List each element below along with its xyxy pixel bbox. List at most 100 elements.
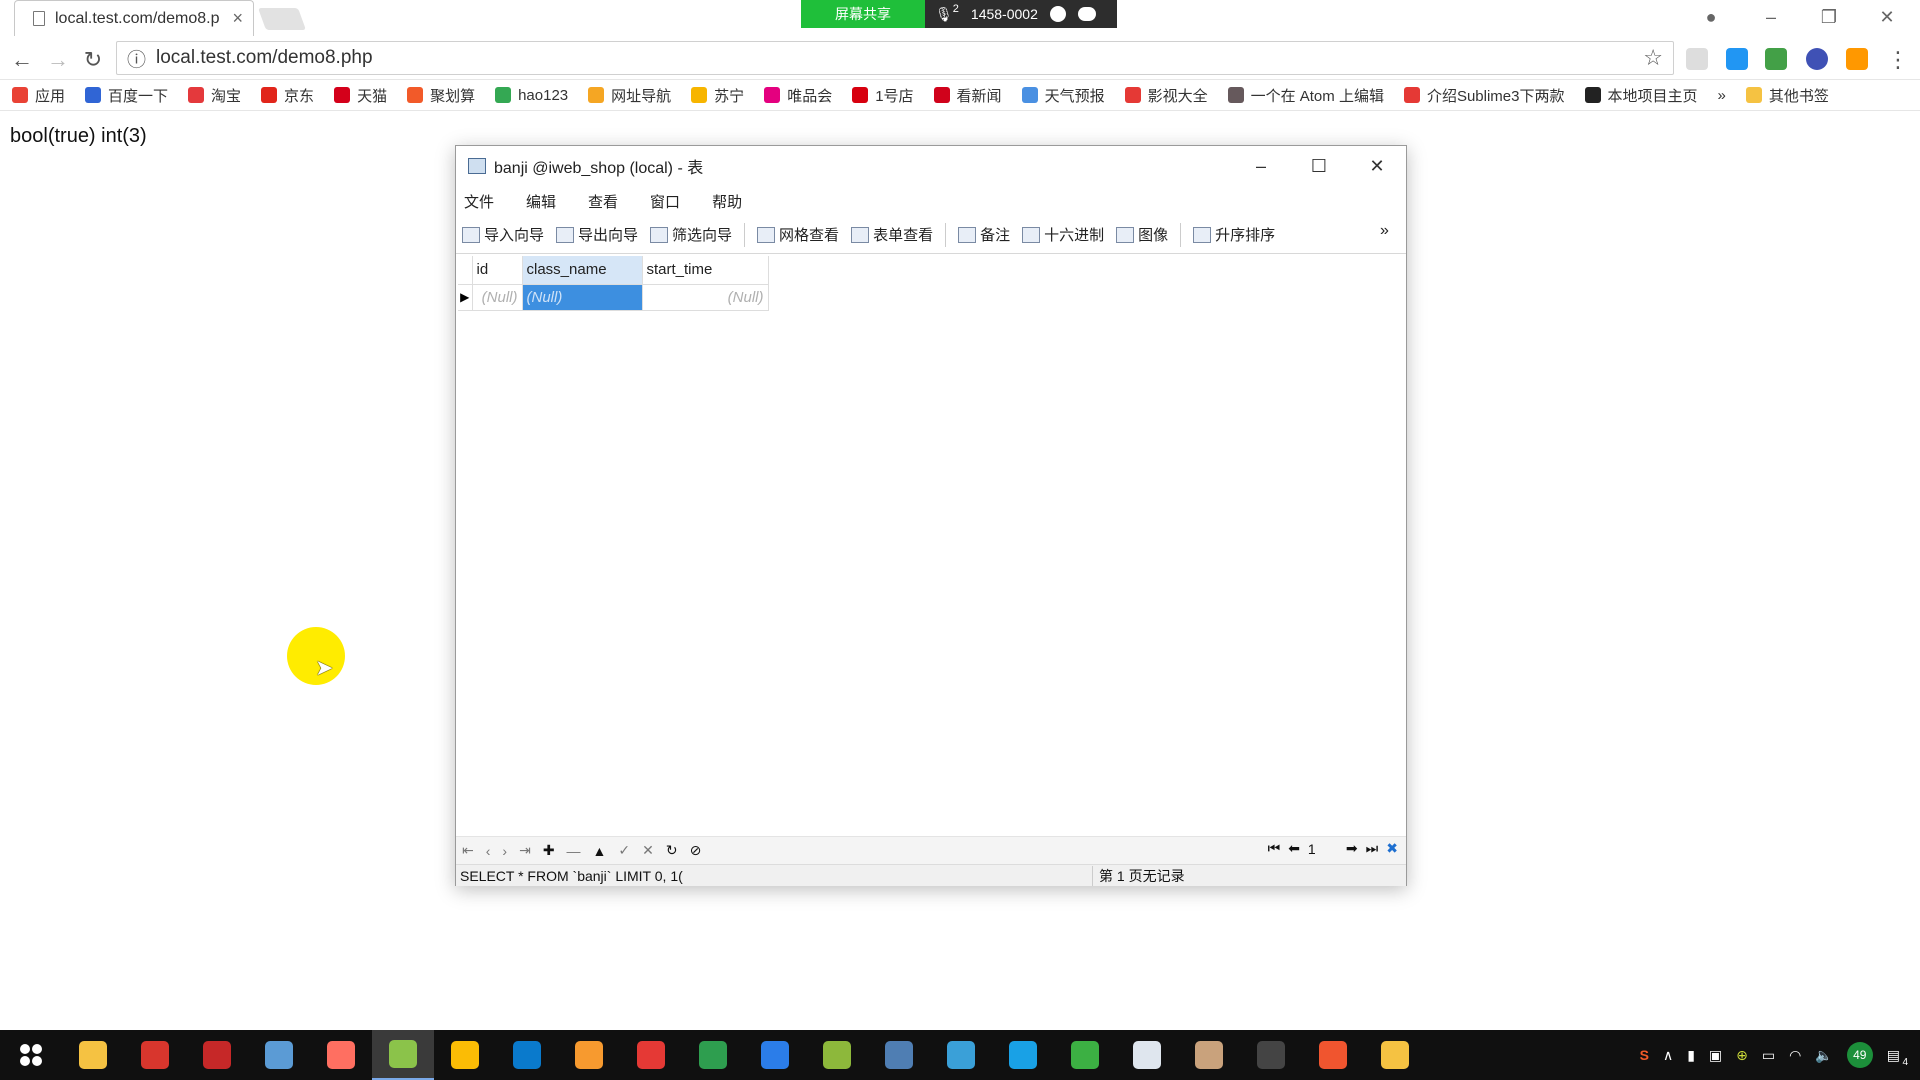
bookmark-item[interactable]: 淘宝 <box>188 85 241 106</box>
save-record-icon[interactable]: ✓ <box>618 842 630 859</box>
toolbar-button[interactable]: 导出向导 <box>556 224 638 245</box>
bookmark-item[interactable]: 网址导航 <box>588 85 671 106</box>
close-tab-icon[interactable]: × <box>232 8 243 29</box>
taskbar-app[interactable] <box>1302 1030 1364 1080</box>
badge-count[interactable]: 49 <box>1846 1042 1873 1068</box>
toolbar-button[interactable]: 图像 <box>1116 224 1168 245</box>
toolbar-button[interactable]: 筛选向导 <box>650 224 732 245</box>
browser-tab[interactable]: local.test.com/demo8.p × <box>14 0 254 36</box>
taskbar-app[interactable] <box>62 1030 124 1080</box>
sogou-icon[interactable]: S <box>1640 1047 1649 1063</box>
plus-tray-icon[interactable]: ⊕ <box>1736 1047 1748 1064</box>
taskbar-app[interactable] <box>744 1030 806 1080</box>
next-record-icon[interactable]: › <box>502 843 507 859</box>
close-browser-icon[interactable]: ✕ <box>1858 0 1916 34</box>
bookmark-item[interactable]: 聚划算 <box>407 85 475 106</box>
bookmark-item[interactable]: 天猫 <box>334 85 387 106</box>
window-minimize-icon[interactable]: – <box>1232 146 1290 186</box>
bookmark-item[interactable]: 一个在 Atom 上编辑 <box>1227 85 1384 106</box>
extension-icon[interactable] <box>1806 48 1828 70</box>
taskbar-app[interactable] <box>186 1030 248 1080</box>
back-icon[interactable]: ← <box>8 46 36 74</box>
extension-icon[interactable] <box>1686 48 1708 70</box>
taskbar-app[interactable] <box>434 1030 496 1080</box>
column-header-class-name[interactable]: class_name <box>522 256 643 285</box>
bookmark-item[interactable]: 京东 <box>261 85 314 106</box>
address-bar[interactable]: ⓘ local.test.com/demo8.php ☆ <box>116 41 1674 75</box>
page-settings-icon[interactable]: ✖ <box>1386 840 1398 857</box>
taskbar-app[interactable] <box>124 1030 186 1080</box>
wifi-icon[interactable]: ◠ <box>1789 1047 1801 1064</box>
notification-icon[interactable]: ▤ 4 <box>1887 1047 1908 1068</box>
toolbar-button[interactable]: 备注 <box>958 224 1010 245</box>
taskbar-app[interactable] <box>1240 1030 1302 1080</box>
taskbar-app[interactable] <box>372 1030 434 1080</box>
taskbar-app[interactable] <box>248 1030 310 1080</box>
taskbar-app[interactable] <box>1364 1030 1426 1080</box>
bookmarks-overflow-icon[interactable]: » <box>1718 87 1726 104</box>
bookmark-item[interactable]: hao123 <box>495 87 568 104</box>
cell-id[interactable]: (Null) <box>472 284 523 311</box>
taskbar-app[interactable] <box>1178 1030 1240 1080</box>
discard-record-icon[interactable]: ✕ <box>642 842 654 859</box>
toolbar-button[interactable]: 升序排序 <box>1193 224 1275 245</box>
taskbar-app[interactable] <box>558 1030 620 1080</box>
bookmark-star-icon[interactable]: ☆ <box>1643 45 1663 71</box>
taskbar-app[interactable] <box>682 1030 744 1080</box>
mic-icon[interactable]: 🎙 <box>935 6 953 23</box>
taskbar-app[interactable] <box>310 1030 372 1080</box>
bookmark-item[interactable]: 1号店 <box>852 85 914 106</box>
bookmark-item[interactable]: 唯品会 <box>764 85 832 106</box>
prev-page-icon[interactable]: ⬅ <box>1288 840 1300 857</box>
delete-record-icon[interactable]: — <box>567 843 581 859</box>
browser-menu-icon[interactable]: ⋮ <box>1884 46 1912 74</box>
bookmark-item[interactable]: 影视大全 <box>1124 85 1208 106</box>
chat-icon[interactable] <box>1077 7 1096 21</box>
taskbar-app[interactable] <box>496 1030 558 1080</box>
new-tab-button[interactable] <box>257 8 307 30</box>
page-number[interactable]: 1 <box>1308 841 1338 857</box>
taskbar-app[interactable] <box>1116 1030 1178 1080</box>
next-page-icon[interactable]: ➡ <box>1346 840 1358 857</box>
toolbar-more-icon[interactable]: » <box>1380 222 1389 240</box>
volume-icon[interactable]: 🔈 <box>1815 1047 1832 1064</box>
last-record-icon[interactable]: ⇥ <box>519 842 531 859</box>
stop-icon[interactable]: ⊘ <box>690 842 702 859</box>
refresh-icon[interactable]: ↻ <box>666 842 678 859</box>
bookmark-item[interactable]: 介绍Sublime3下两款 <box>1403 85 1565 106</box>
taskbar-app[interactable] <box>868 1030 930 1080</box>
add-record-icon[interactable]: ✚ <box>543 842 555 859</box>
taskbar-app[interactable] <box>930 1030 992 1080</box>
usb-icon[interactable]: ▮ <box>1687 1047 1695 1064</box>
extension-icon[interactable] <box>1726 48 1748 70</box>
minimize-browser-icon[interactable]: – <box>1742 0 1800 34</box>
first-record-icon[interactable]: ⇤ <box>462 842 474 859</box>
menu-item[interactable]: 查看 <box>588 191 618 212</box>
pause-icon[interactable] <box>1049 6 1066 22</box>
bookmark-item[interactable]: 天气预报 <box>1021 85 1105 106</box>
toolbar-button[interactable]: 网格查看 <box>757 224 839 245</box>
menu-item[interactable]: 文件 <box>464 191 494 212</box>
tray-expand-icon[interactable]: ∧ <box>1663 1047 1673 1064</box>
restore-browser-icon[interactable]: ❐ <box>1800 0 1858 34</box>
bookmark-item[interactable]: 百度一下 <box>85 85 168 106</box>
taskbar-app[interactable] <box>806 1030 868 1080</box>
reload-icon[interactable]: ↻ <box>79 46 107 74</box>
taskbar-app[interactable] <box>1054 1030 1116 1080</box>
taskbar-app[interactable] <box>992 1030 1054 1080</box>
toolbar-button[interactable]: 导入向导 <box>462 224 544 245</box>
column-header-start-time[interactable]: start_time <box>642 256 769 285</box>
other-bookmarks[interactable]: 其他书签 <box>1745 85 1829 106</box>
bookmark-item[interactable]: 本地项目主页 <box>1584 85 1698 106</box>
prev-record-icon[interactable]: ‹ <box>486 843 491 859</box>
menu-item[interactable]: 编辑 <box>526 191 556 212</box>
toolbar-button[interactable]: 十六进制 <box>1022 224 1104 245</box>
extension-icon[interactable] <box>1846 48 1868 70</box>
bookmark-item[interactable]: 应用 <box>12 85 65 106</box>
first-page-icon[interactable]: ⏮ <box>1268 840 1281 857</box>
start-button[interactable] <box>0 1030 62 1080</box>
cell-class-name[interactable]: (Null) <box>522 284 643 311</box>
network-adapter-icon[interactable]: ▣ <box>1709 1047 1722 1064</box>
toolbar-button[interactable]: 表单查看 <box>851 224 933 245</box>
taskbar-app[interactable] <box>620 1030 682 1080</box>
